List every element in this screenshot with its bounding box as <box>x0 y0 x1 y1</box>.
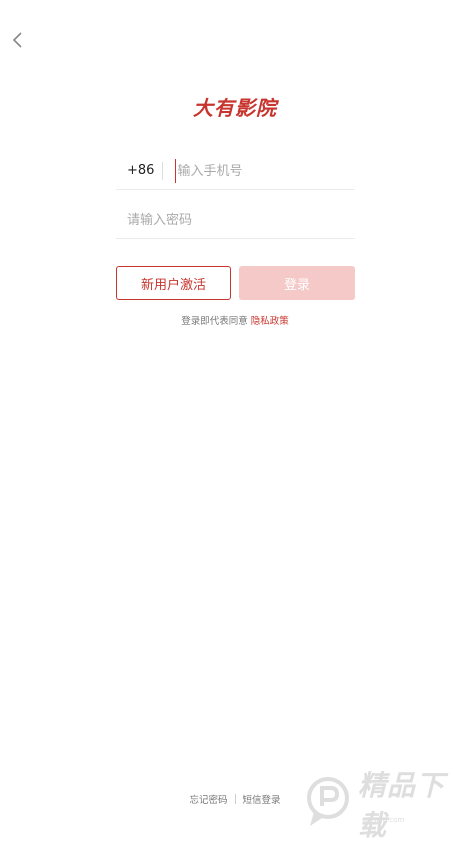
forgot-password-link[interactable]: 忘记密码 <box>189 792 227 806</box>
password-input[interactable] <box>127 208 342 232</box>
agreement-prefix: 登录即代表同意 <box>181 316 251 327</box>
watermark-url: www.jp.com <box>362 816 405 824</box>
privacy-policy-link[interactable]: 隐私政策 <box>251 316 289 327</box>
watermark-logo-icon <box>304 776 352 832</box>
back-button[interactable] <box>6 28 28 56</box>
login-button[interactable]: 登录 <box>239 266 355 300</box>
watermark-text: 精品下载 <box>358 769 446 842</box>
password-field <box>116 202 355 239</box>
divider <box>234 794 236 804</box>
watermark: 精品下载 www.jp.com <box>304 769 466 842</box>
chevron-left-icon <box>11 31 23 53</box>
country-code[interactable]: +86 <box>116 162 164 180</box>
brand-logo: 大有影院 <box>193 96 277 120</box>
activate-new-user-button[interactable]: 新用户激活 <box>116 266 231 300</box>
agreement-text: 登录即代表同意 隐私政策 <box>0 313 470 327</box>
phone-input[interactable] <box>175 159 348 183</box>
phone-field: +86 <box>116 153 355 190</box>
sms-login-link[interactable]: 短信登录 <box>243 792 281 806</box>
